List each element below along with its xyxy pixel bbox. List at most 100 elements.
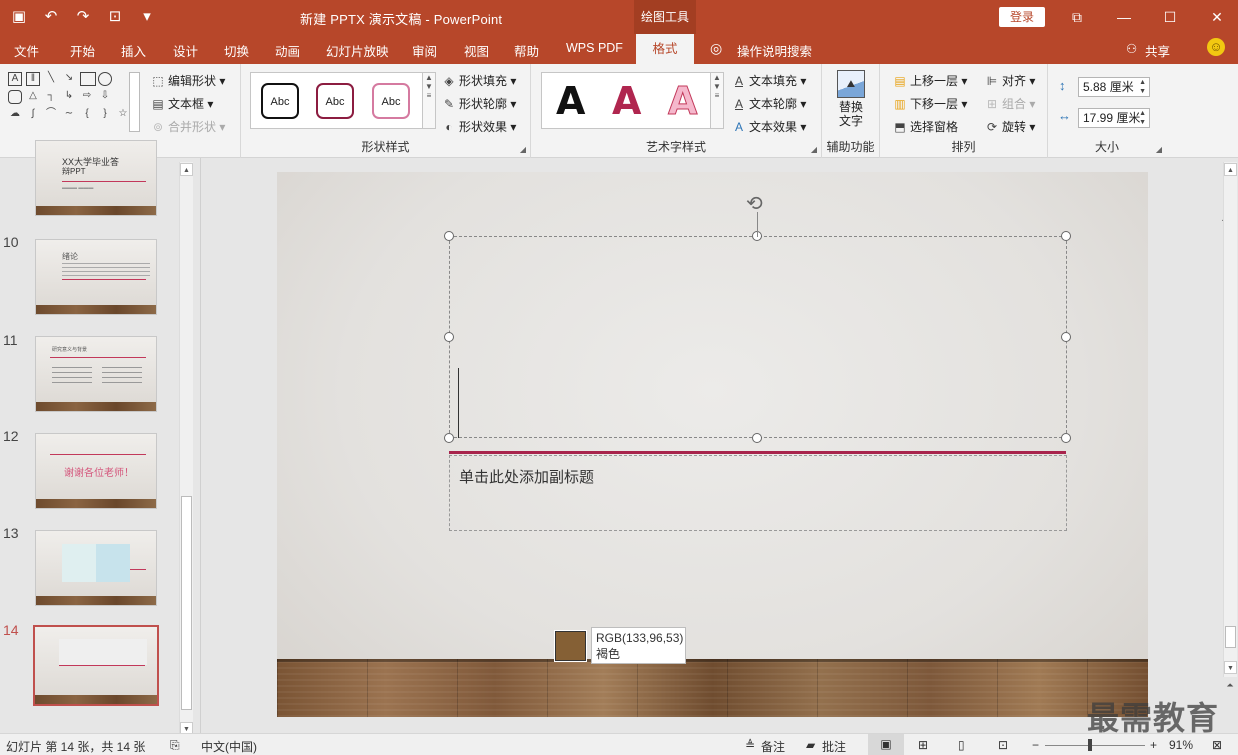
gallery-scroll-icon[interactable]: ▲ ▼ ≡ — [422, 72, 436, 129]
maximize-icon[interactable]: ☐ — [1159, 6, 1181, 28]
down-arrow-shape-icon[interactable]: ⇩ — [98, 90, 112, 104]
shape-fill-button[interactable]: ◈ 形状填充 ▾ — [441, 72, 516, 89]
resize-handle[interactable] — [1061, 332, 1071, 342]
more-shapes-icon[interactable] — [116, 72, 130, 86]
star-shape-icon[interactable]: ☆ — [116, 108, 130, 122]
merge-shapes-button[interactable]: ⊚ 合并形状 ▾ — [150, 118, 225, 135]
oval-shape-icon[interactable] — [98, 72, 112, 86]
shape-style-1[interactable]: Abc — [261, 83, 299, 119]
login-button[interactable]: 登录 — [999, 7, 1045, 27]
resize-handle[interactable] — [1061, 231, 1071, 241]
scroll-up-icon[interactable]: ▲ — [180, 163, 193, 176]
arrow-line-shape-icon[interactable]: ↘ — [62, 72, 76, 86]
tab-transitions[interactable]: 切换 — [224, 41, 249, 60]
title-textbox[interactable] — [449, 236, 1067, 438]
wordart-style-2[interactable]: A — [612, 79, 641, 123]
left-brace-icon[interactable]: { — [80, 108, 94, 122]
send-backward-button[interactable]: ▥ 下移一层 ▾ — [892, 95, 967, 112]
slide-scrollbar[interactable]: ▲ ▼ — [1223, 162, 1237, 677]
shapes-gallery[interactable]: A ‖ ╲ ↘ △ ┐ ↳ ⇨ ⇩ ☁ ∫ ⌒ ∼ { } ☆ — [8, 72, 128, 122]
scrollbar-thumb[interactable] — [181, 496, 192, 710]
wordart-gallery[interactable]: A A A ▲ ▼ ≡ — [541, 72, 724, 129]
vertical-textbox-shape-icon[interactable]: ‖ — [26, 72, 40, 86]
text-box-button[interactable]: ▤ 文本框 ▾ — [150, 95, 213, 112]
reading-view-icon[interactable]: ▯ — [958, 738, 965, 752]
shapes-gallery-scroll[interactable] — [129, 72, 140, 132]
right-brace-icon[interactable]: } — [98, 108, 112, 122]
arc-shape-icon[interactable]: ⌒ — [44, 108, 58, 122]
ribbon-display-options-icon[interactable]: ⧉ — [1066, 6, 1088, 28]
tab-animations[interactable]: 动画 — [275, 41, 300, 60]
normal-view-icon[interactable]: ▣ — [868, 734, 904, 755]
share-icon[interactable]: ⚇ — [1126, 41, 1137, 56]
slide-thumbnail-active[interactable] — [33, 625, 159, 706]
text-effects-button[interactable]: A 文本效果 ▾ — [731, 118, 806, 135]
minimize-icon[interactable]: — — [1113, 6, 1135, 28]
wordart-style-3[interactable]: A — [667, 79, 697, 124]
freeform-shape-icon[interactable]: ☁ — [8, 108, 22, 122]
resize-handle[interactable] — [1061, 433, 1071, 443]
align-button[interactable]: ⊫ 对齐 ▾ — [984, 72, 1036, 89]
tab-design[interactable]: 设计 — [173, 41, 198, 60]
spinner-icon[interactable]: ▲ ▼ — [1139, 78, 1146, 96]
resize-handle[interactable] — [444, 231, 454, 241]
present-icon[interactable]: ⊡ — [104, 6, 126, 28]
shape-effects-button[interactable]: ◐ 形状效果 ▾ — [441, 118, 516, 135]
save-icon[interactable]: ▣ — [8, 6, 30, 28]
slide-sorter-icon[interactable]: ⊞ — [918, 738, 928, 752]
group-button[interactable]: ⊞ 组合 ▾ — [984, 95, 1035, 112]
zoom-slider[interactable] — [1045, 745, 1145, 746]
shape-style-2[interactable]: Abc — [316, 83, 354, 119]
shape-style-3[interactable]: Abc — [372, 83, 410, 119]
shape-width-input[interactable]: 17.99 厘米 ▲ ▼ — [1078, 108, 1150, 128]
close-icon[interactable]: ✕ — [1206, 6, 1228, 28]
selection-pane-button[interactable]: ⬒ 选择窗格 — [892, 118, 958, 135]
text-outline-button[interactable]: A 文本轮廓 ▾ — [731, 95, 806, 112]
rotate-button[interactable]: ⟳ 旋转 ▾ — [984, 118, 1035, 135]
scrollbar-thumb[interactable] — [1225, 626, 1236, 648]
scroll-up-icon[interactable]: ▲ — [1224, 163, 1237, 176]
previous-slide-icon[interactable]: ⏶ — [1223, 680, 1237, 694]
tab-insert[interactable]: 插入 — [121, 41, 146, 60]
tab-format[interactable]: 格式 — [636, 34, 694, 64]
slideshow-view-icon[interactable]: ⊡ — [998, 738, 1008, 752]
zoom-level[interactable]: 91% — [1169, 738, 1193, 752]
zoom-slider-thumb[interactable] — [1088, 739, 1092, 751]
zoom-in-icon[interactable]: + — [1150, 738, 1157, 752]
slide-thumbnail[interactable] — [35, 530, 157, 606]
tab-view[interactable]: 视图 — [464, 41, 489, 60]
share-button[interactable]: 共享 — [1145, 41, 1170, 60]
textbox-shape-icon[interactable]: A — [8, 72, 22, 86]
shape-height-input[interactable]: 5.88 厘米 ▲ ▼ — [1078, 77, 1150, 97]
spellcheck-icon[interactable]: ⎘ — [170, 738, 180, 753]
customize-icon[interactable]: ▾ — [136, 6, 158, 28]
scribble-shape-icon[interactable]: ∫ — [26, 108, 40, 122]
edit-shape-button[interactable]: ⬚ 编辑形状 ▾ — [150, 72, 225, 89]
rectangle-shape-icon[interactable] — [80, 72, 96, 86]
bring-forward-button[interactable]: ▤ 上移一层 ▾ — [892, 72, 967, 89]
slide-thumbnail[interactable]: XX大学毕业答 辩PPT ▬▬▬ ▬▬▬ — [35, 140, 157, 216]
shape-styles-gallery[interactable]: Abc Abc Abc ▲ ▼ ≡ — [250, 72, 436, 129]
rounded-rect-shape-icon[interactable] — [8, 90, 22, 104]
rotate-handle-icon[interactable]: ⟲ — [746, 191, 763, 216]
text-fill-button[interactable]: A 文本填充 ▾ — [731, 72, 806, 89]
gallery-scroll-icon[interactable]: ▲ ▼ ≡ — [710, 72, 724, 129]
tab-file[interactable]: 文件 — [14, 41, 39, 60]
tab-review[interactable]: 审阅 — [412, 41, 437, 60]
slide-thumbnail[interactable]: 研究意义与背景 — [35, 336, 157, 412]
elbow-arrow-icon[interactable]: ↳ — [62, 90, 76, 104]
wordart-style-1[interactable]: A — [556, 79, 585, 123]
blank-shape-icon[interactable] — [116, 90, 130, 104]
line-shape-icon[interactable]: ╲ — [44, 72, 58, 86]
thumbnail-scrollbar[interactable]: ▲ ▼ — [179, 162, 193, 735]
right-arrow-shape-icon[interactable]: ⇨ — [80, 90, 94, 104]
tab-wps-pdf[interactable]: WPS PDF — [566, 41, 623, 55]
elbow-connector-icon[interactable]: ┐ — [44, 90, 58, 104]
dialog-launcher-icon[interactable]: ◢ — [520, 145, 526, 154]
tell-me-search[interactable]: 操作说明搜索 — [737, 41, 812, 60]
redo-icon[interactable]: ↷ — [72, 6, 94, 28]
subtitle-placeholder[interactable]: 单击此处添加副标题 — [459, 466, 594, 487]
undo-icon[interactable]: ↶ — [40, 6, 62, 28]
feedback-smiley-icon[interactable]: ☺ — [1207, 38, 1225, 56]
tab-help[interactable]: 帮助 — [514, 41, 539, 60]
